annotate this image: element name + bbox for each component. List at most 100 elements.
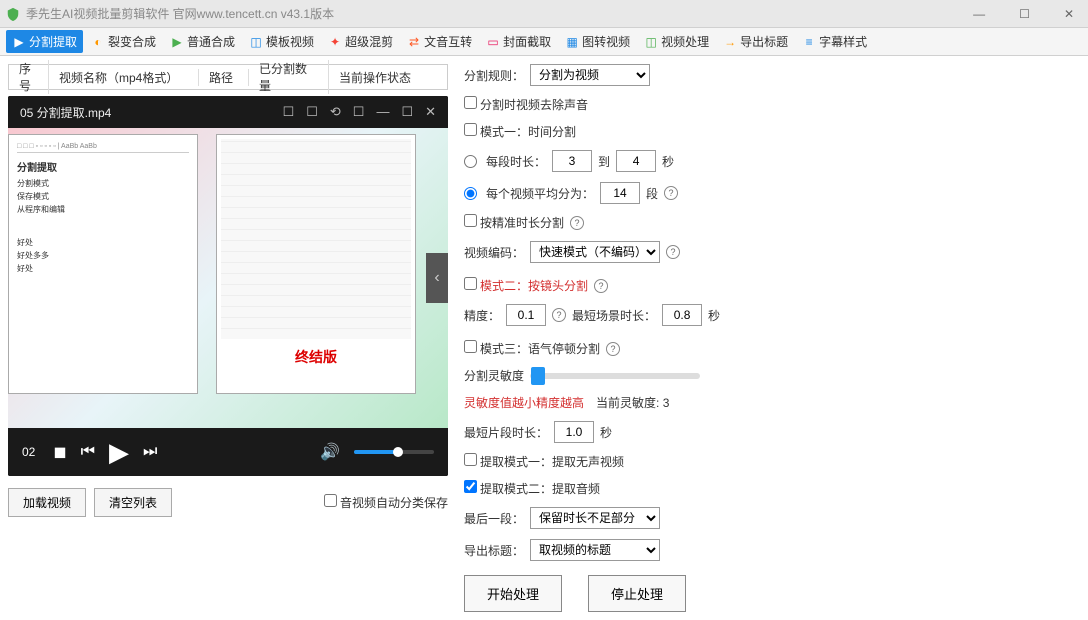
avg-split-input[interactable] xyxy=(600,182,640,204)
extract2-checkbox-label[interactable]: 提取模式二：提取音频 xyxy=(464,480,600,497)
extract1-checkbox-label[interactable]: 提取模式一：提取无声视频 xyxy=(464,453,624,470)
avg-split-label: 每个视频平均分为： xyxy=(486,185,594,202)
encoding-label: 视频编码： xyxy=(464,244,524,261)
min-clip-input[interactable] xyxy=(554,421,594,443)
precise-split-checkbox[interactable] xyxy=(464,214,477,227)
remove-audio-checkbox[interactable] xyxy=(464,96,477,109)
tab-10[interactable]: ≡字幕样式 xyxy=(796,30,873,53)
table-header-cell[interactable]: 已分割数量 xyxy=(249,60,329,94)
remove-audio-checkbox-label[interactable]: 分割时视频去除声音 xyxy=(464,96,588,113)
window-controls: — ☐ ✕ xyxy=(965,5,1082,23)
tab-2[interactable]: ▶普通合成 xyxy=(164,30,241,53)
table-header-cell[interactable]: 视频名称（mp4格式） xyxy=(49,69,199,86)
volume-icon[interactable]: 🔊 xyxy=(320,442,340,462)
each-duration-radio[interactable] xyxy=(464,155,477,168)
stop-button[interactable]: ◼ xyxy=(53,442,66,462)
duration-to-input[interactable] xyxy=(616,150,656,172)
autosave-checkbox-label[interactable]: 音视频自动分类保存 xyxy=(324,494,448,511)
maximize-button[interactable]: ☐ xyxy=(1011,5,1038,23)
extract1-checkbox[interactable] xyxy=(464,453,477,466)
table-header-cell[interactable]: 序号 xyxy=(9,60,49,94)
sensitivity-slider[interactable] xyxy=(530,373,700,379)
export-title-select[interactable]: 取视频的标题 xyxy=(530,539,660,561)
autosave-checkbox[interactable] xyxy=(324,494,337,507)
min-scene-label: 最短场景时长： xyxy=(572,307,656,324)
tab-icon: ◐ xyxy=(91,35,105,49)
precision-input[interactable] xyxy=(506,304,546,326)
min-clip-label: 最短片段时长： xyxy=(464,424,548,441)
tab-icon: ▶ xyxy=(170,35,184,49)
mode1-checkbox-label[interactable]: 模式一：时间分割 xyxy=(464,123,576,140)
tab-1[interactable]: ◐裂变合成 xyxy=(85,30,162,53)
video-frame[interactable]: □ □ □ ▫ ▫ ▫ ▫ ▫ | AaBb AaBb 分割提取 分割模式 保存… xyxy=(8,128,448,428)
precise-split-checkbox-label[interactable]: 按精准时长分割 xyxy=(464,214,564,231)
settings-panel: 分割规则： 分割为视频 分割时视频去除声音 模式一：时间分割 每段时长： 到 秒… xyxy=(458,64,1080,612)
minimize-button[interactable]: — xyxy=(965,5,993,23)
avg-split-radio[interactable] xyxy=(464,187,477,200)
tab-7[interactable]: ▦图转视频 xyxy=(559,30,636,53)
split-rule-label: 分割规则： xyxy=(464,67,524,84)
mode3-checkbox-label[interactable]: 模式三：语气停顿分割 xyxy=(464,340,600,357)
prev-button[interactable]: ⏮ xyxy=(81,443,95,461)
extract2-checkbox[interactable] xyxy=(464,480,477,493)
last-seg-select[interactable]: 保留时长不足部分 xyxy=(530,507,660,529)
table-header-cell[interactable]: 当前操作状态 xyxy=(329,69,447,86)
side-toggle-icon[interactable]: ‹ xyxy=(426,253,448,303)
left-panel: 序号视频名称（mp4格式）路径已分割数量当前操作状态 05 分割提取.mp4 ☐… xyxy=(8,64,448,612)
tab-3[interactable]: ◫模板视频 xyxy=(243,30,320,53)
clear-list-button[interactable]: 清空列表 xyxy=(94,488,172,517)
loop-icon[interactable]: ⟲ xyxy=(330,104,341,120)
precision-label: 精度： xyxy=(464,307,500,324)
tab-label: 视频处理 xyxy=(661,33,709,50)
volume-slider[interactable] xyxy=(354,450,434,454)
player-minimize-icon[interactable]: — xyxy=(376,104,389,120)
stop-button[interactable]: 停止处理 xyxy=(588,575,686,612)
play-button[interactable]: ▶ xyxy=(109,437,129,468)
tab-label: 普通合成 xyxy=(187,33,235,50)
tab-0[interactable]: ▶分割提取 xyxy=(6,30,83,53)
help-icon[interactable]: ? xyxy=(570,216,584,230)
tab-label: 超级混剪 xyxy=(345,33,393,50)
mode2-checkbox[interactable] xyxy=(464,277,477,290)
help-icon[interactable]: ? xyxy=(664,186,678,200)
tab-4[interactable]: ✦超级混剪 xyxy=(322,30,399,53)
mode1-checkbox[interactable] xyxy=(464,123,477,136)
player-close-icon[interactable]: ✕ xyxy=(425,104,436,120)
tab-icon: ⇄ xyxy=(407,35,421,49)
help-icon[interactable]: ? xyxy=(552,308,566,322)
mode2-checkbox-label[interactable]: 模式二：按镜头分割 xyxy=(464,277,588,294)
duration-from-input[interactable] xyxy=(552,150,592,172)
help-icon[interactable]: ? xyxy=(606,342,620,356)
mode3-checkbox[interactable] xyxy=(464,340,477,353)
window-icon[interactable]: ☐ xyxy=(283,104,295,120)
tab-label: 分割提取 xyxy=(29,33,77,50)
load-video-button[interactable]: 加载视频 xyxy=(8,488,86,517)
tab-9[interactable]: →导出标题 xyxy=(717,30,794,53)
app-title: 季先生AI视频批量剪辑软件 官网www.tencett.cn v43.1版本 xyxy=(26,5,965,22)
split-rule-select[interactable]: 分割为视频 xyxy=(530,64,650,86)
start-button[interactable]: 开始处理 xyxy=(464,575,562,612)
tab-label: 封面截取 xyxy=(503,33,551,50)
min-scene-input[interactable] xyxy=(662,304,702,326)
encoding-select[interactable]: 快速模式（不编码） xyxy=(530,241,660,263)
tab-5[interactable]: ⇄文音互转 xyxy=(401,30,478,53)
tab-6[interactable]: ▭封面截取 xyxy=(480,30,557,53)
tab-icon: ◫ xyxy=(644,35,658,49)
app-icon xyxy=(6,7,20,21)
titlebar: 季先生AI视频批量剪辑软件 官网www.tencett.cn v43.1版本 —… xyxy=(0,0,1088,28)
sensitivity-note: 灵敏度值越小精度越高 xyxy=(464,394,584,411)
last-seg-label: 最后一段： xyxy=(464,510,524,527)
clock-icon[interactable]: ☐ xyxy=(306,104,318,120)
tab-icon: ◫ xyxy=(249,35,263,49)
next-button[interactable]: ⏭ xyxy=(143,443,157,461)
player-maximize-icon[interactable]: ☐ xyxy=(401,104,413,120)
tab-icon: ▶ xyxy=(12,35,26,49)
help-icon[interactable]: ? xyxy=(666,245,680,259)
overlay-icon[interactable]: ☐ xyxy=(353,104,365,120)
tab-label: 文音互转 xyxy=(424,33,472,50)
close-button[interactable]: ✕ xyxy=(1056,5,1082,23)
tab-8[interactable]: ◫视频处理 xyxy=(638,30,715,53)
tab-label: 图转视频 xyxy=(582,33,630,50)
table-header-cell[interactable]: 路径 xyxy=(199,69,249,86)
help-icon[interactable]: ? xyxy=(594,279,608,293)
